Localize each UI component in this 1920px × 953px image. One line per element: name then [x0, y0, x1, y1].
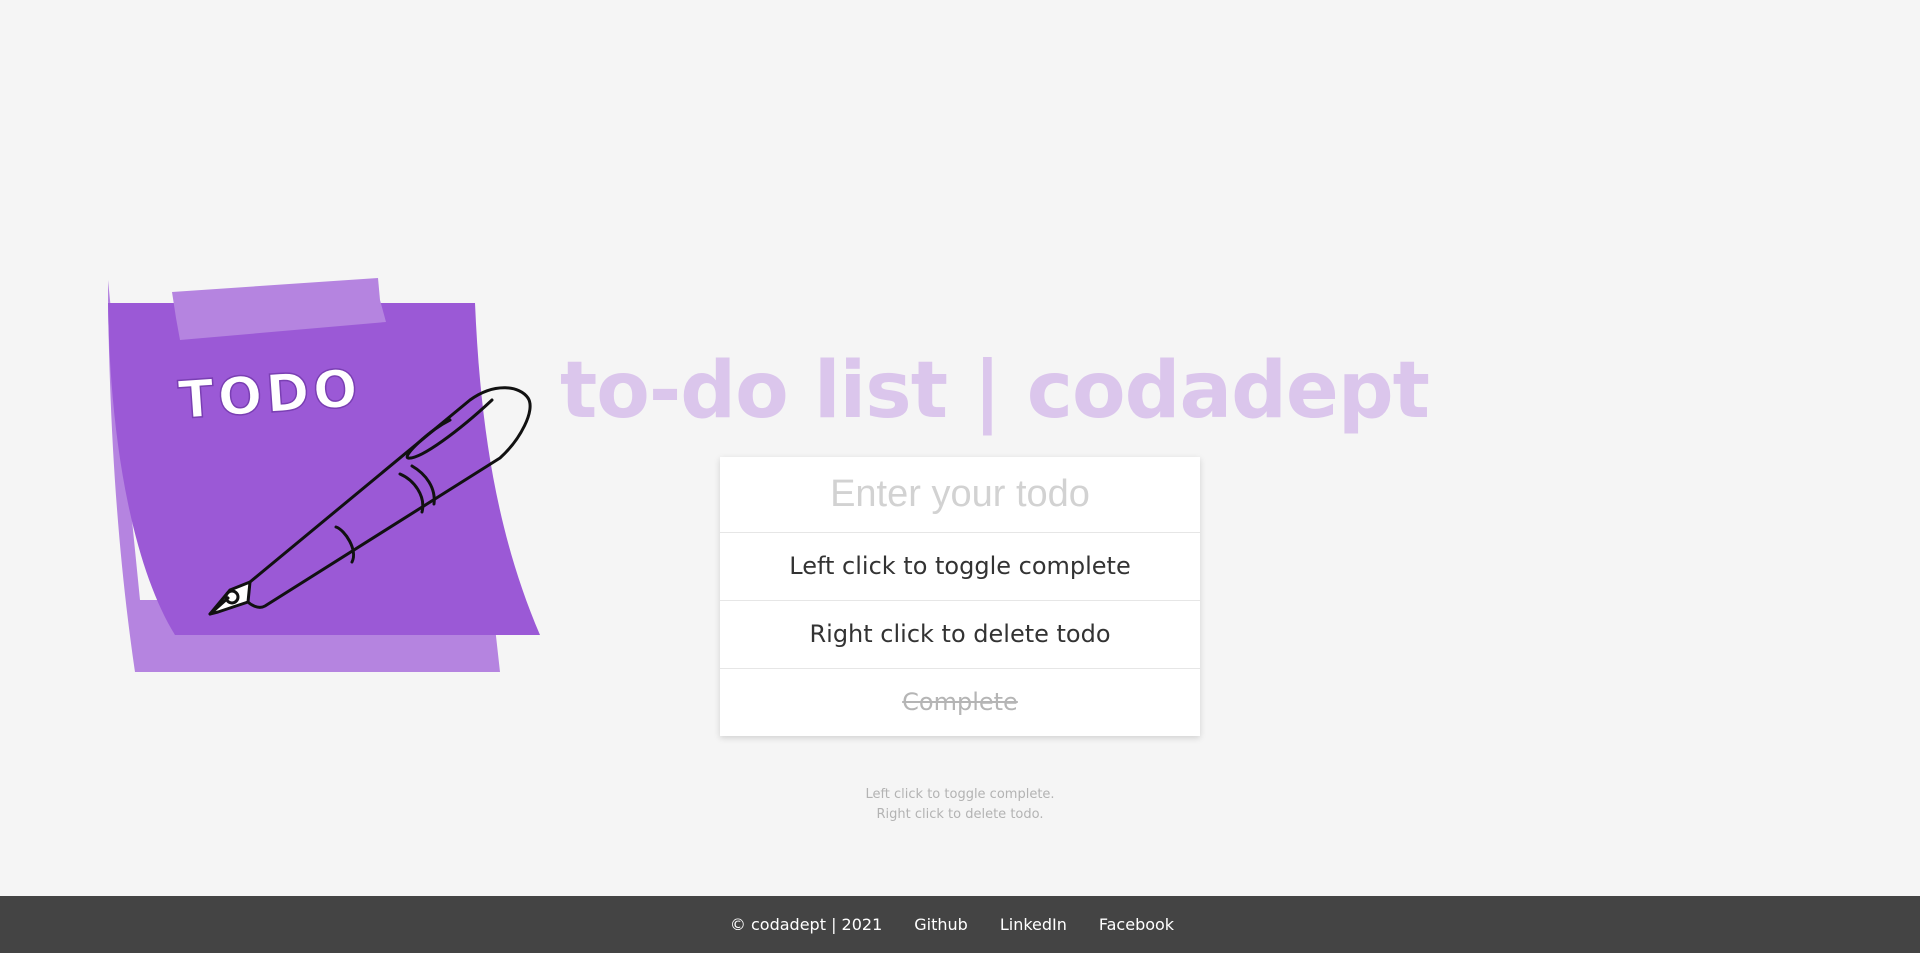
footer-link-linkedin[interactable]: LinkedIn	[1000, 915, 1067, 934]
todo-item[interactable]: Right click to delete todo	[720, 601, 1200, 669]
todo-card: Left click to toggle complete Right clic…	[720, 457, 1200, 736]
app-title: to-do list | codadept	[560, 346, 1430, 437]
svg-text:TODO: TODO	[177, 359, 364, 432]
note-todo-lettering: TODO	[176, 358, 364, 432]
note-sheet	[108, 303, 540, 635]
todo-input[interactable]	[720, 457, 1200, 533]
todo-item[interactable]: Left click to toggle complete	[720, 533, 1200, 601]
footer: © codadept | 2021 Github LinkedIn Facebo…	[0, 896, 1920, 953]
page: TODO to-do list | codadept Left click to…	[0, 0, 1920, 953]
footer-link-facebook[interactable]: Facebook	[1099, 915, 1174, 934]
help-line-toggle: Left click to toggle complete.	[865, 787, 1055, 802]
help-line-delete: Right click to delete todo.	[876, 807, 1044, 822]
footer-copyright: © codadept | 2021	[729, 915, 883, 934]
todo-note-illustration: TODO	[108, 278, 540, 672]
footer-link-github[interactable]: Github	[914, 915, 968, 934]
help-text: Left click to toggle complete. Right cli…	[720, 785, 1200, 825]
todo-item-completed[interactable]: Complete	[720, 669, 1200, 736]
todo-list: Left click to toggle complete Right clic…	[720, 533, 1200, 736]
